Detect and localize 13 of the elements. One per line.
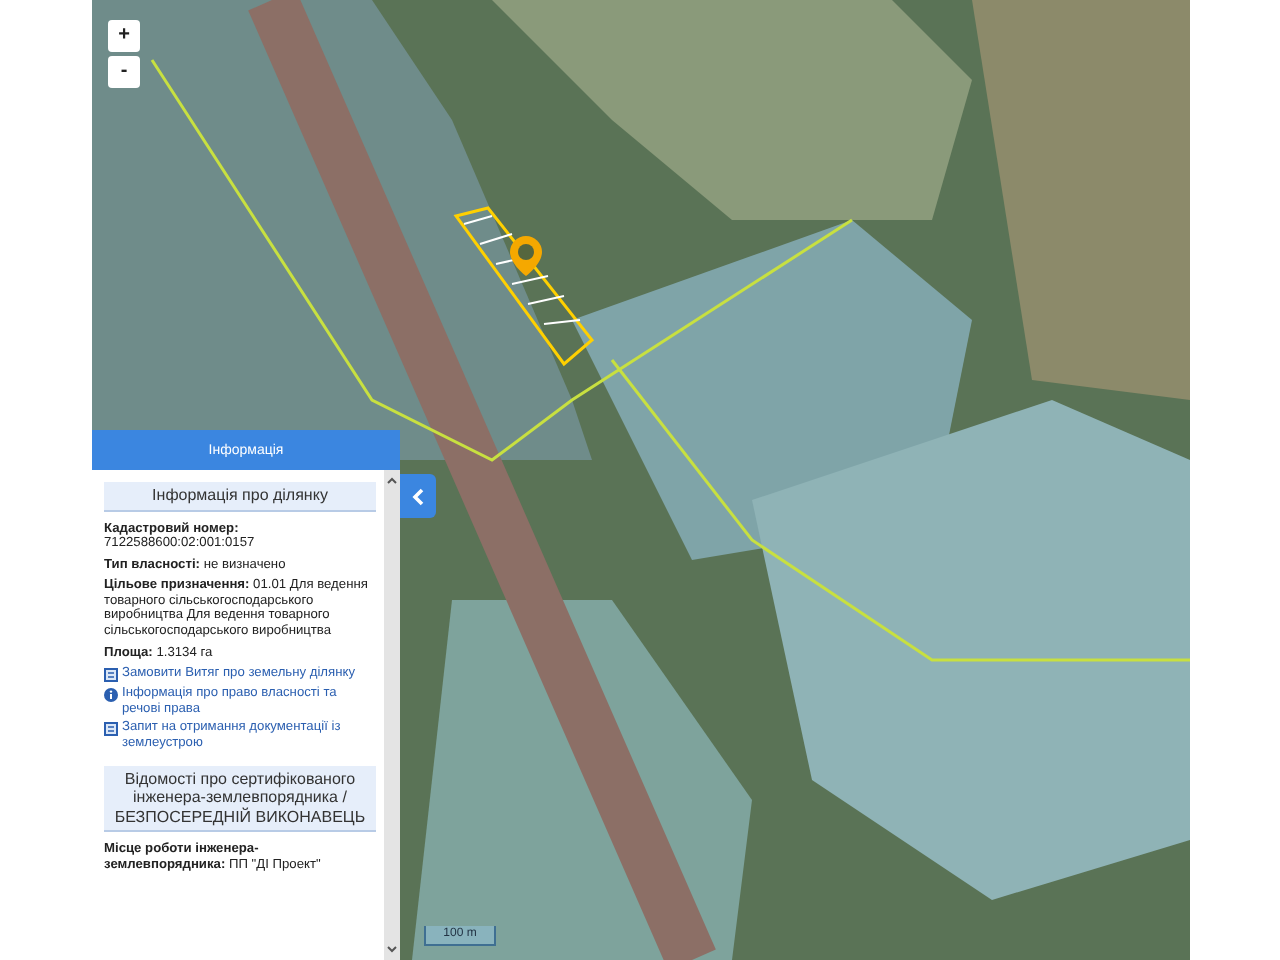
- document-icon: [104, 668, 118, 683]
- collapse-panel-button[interactable]: [400, 474, 436, 518]
- scrollbar[interactable]: [384, 470, 400, 960]
- info-icon: [104, 688, 118, 703]
- zoom-out-button[interactable]: -: [108, 56, 140, 88]
- map-pin-icon: [508, 234, 544, 278]
- document-icon: [104, 722, 118, 737]
- scroll-down-icon[interactable]: [386, 946, 398, 954]
- chevron-left-icon: [412, 487, 424, 505]
- scroll-up-icon[interactable]: [386, 476, 398, 484]
- section-heading: Інформація про ділянку: [104, 482, 376, 512]
- zoom-in-button[interactable]: +: [108, 20, 140, 52]
- section-heading: Відомості про сертифікованого інженера-землевпорядника / БЕЗПОСЕРЕДНІЙ ВИКОНАВЕЦЬ: [104, 765, 376, 833]
